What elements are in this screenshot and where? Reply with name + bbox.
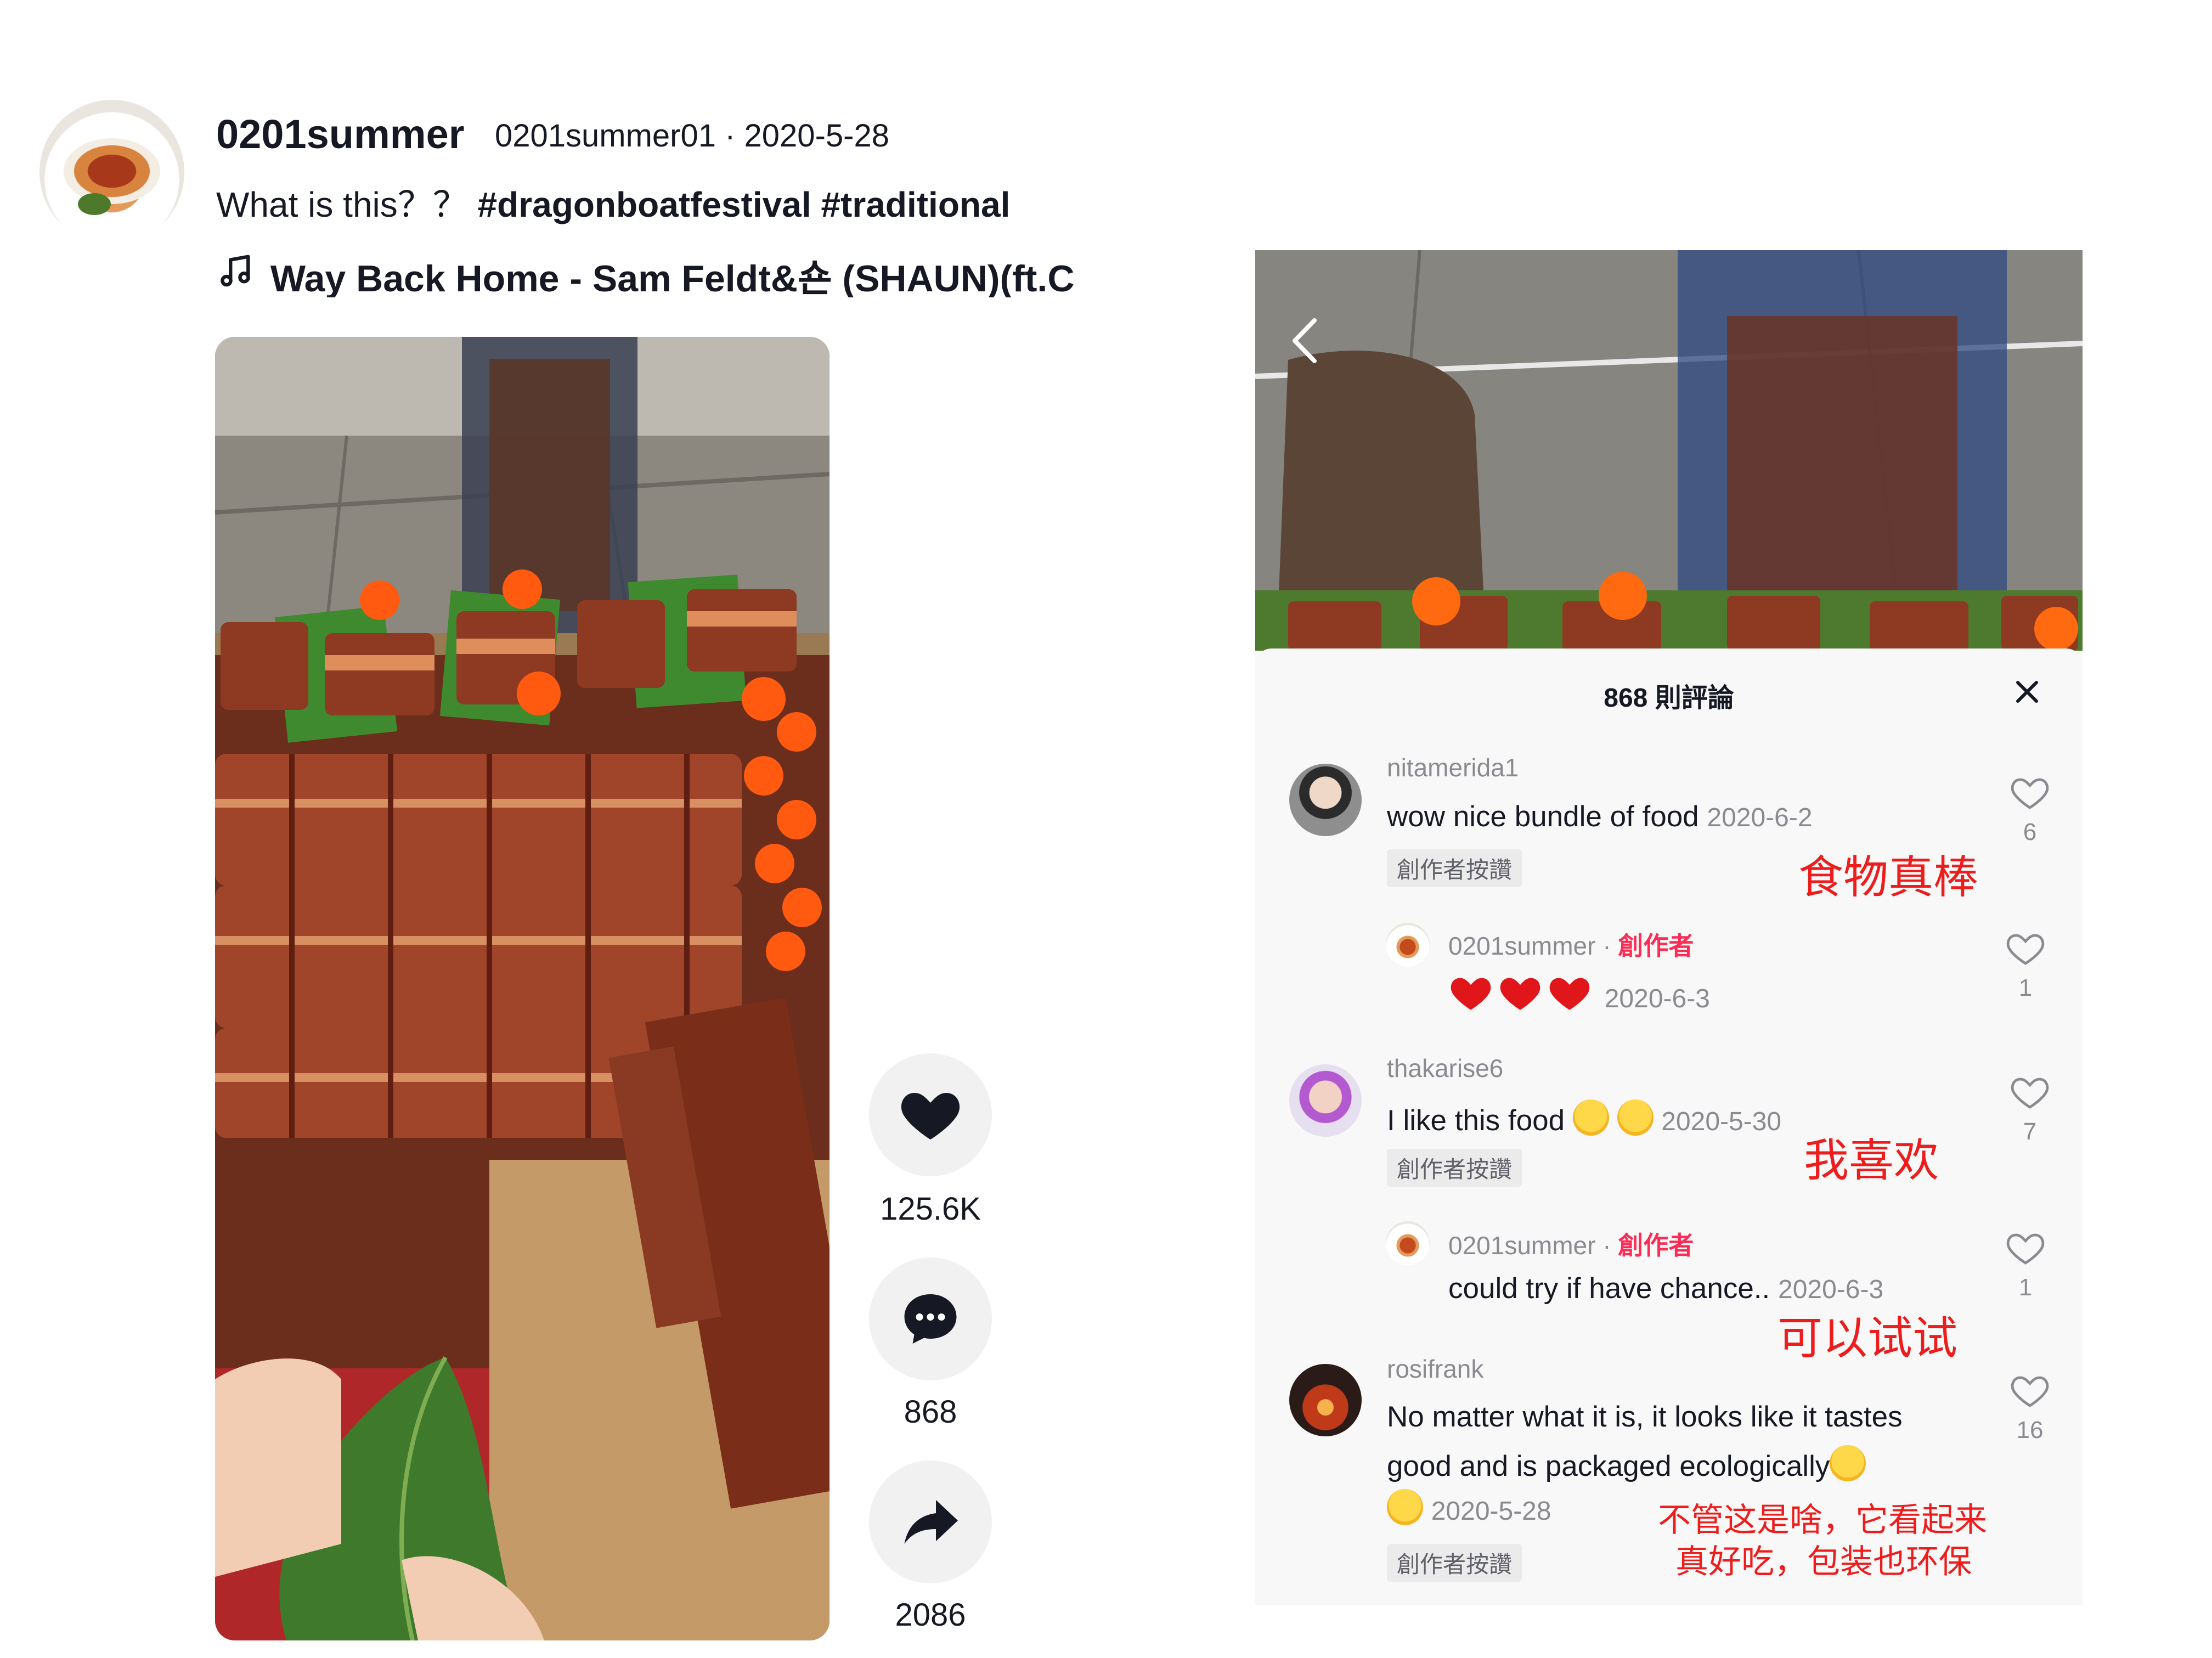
comment-like-count: 6: [2023, 819, 2037, 845]
mobile-video-preview: [1255, 250, 2083, 651]
comment-date: 2020-6-2: [1707, 803, 1813, 832]
creator-label: 創作者: [1618, 1231, 1694, 1260]
kissing-face-emoji-icon: [1617, 1099, 1654, 1136]
annotation-translation-line1: 不管这是啥，它看起来: [1658, 1502, 1987, 1538]
annotation-translation-line2: 真好吃，包装也环保: [1675, 1543, 1972, 1580]
post-handle-date: 0201summer01 · 2020-5-28: [495, 118, 889, 154]
mobile-comments-screenshot: 868 則評論 nitamerida1 wow nice bundle of f…: [1255, 250, 2083, 1605]
reply-text: could try if have chance.. 2020-6-3: [1448, 1272, 1883, 1305]
reply-avatar-0201summer[interactable]: [1386, 923, 1430, 967]
comment-avatar-rosifrank[interactable]: [1289, 1364, 1362, 1436]
comment-like-icon[interactable]: [2010, 1373, 2050, 1409]
caption-hashtags[interactable]: #dragonboatfestival #traditional: [478, 185, 1011, 224]
mobile-video-frame: [1255, 250, 2083, 651]
reply-body: could try if have chance..: [1448, 1272, 1770, 1305]
comment-username[interactable]: nitamerida1: [1387, 753, 1519, 782]
share-count: 2086: [895, 1597, 966, 1633]
avatar-food-plate: [64, 138, 160, 204]
reply-date: 2020-6-3: [1778, 1275, 1884, 1304]
reply-username-text: 0201summer: [1448, 1231, 1596, 1260]
like-count: 125.6K: [880, 1191, 981, 1227]
comment-text-line1: No matter what it is, it looks like it t…: [1387, 1401, 1903, 1433]
comment-body: I like this food: [1387, 1104, 1565, 1137]
grinning-face-emoji-icon: [1387, 1489, 1423, 1525]
comment-date: 2020-5-30: [1661, 1107, 1782, 1136]
comment-username[interactable]: rosifrank: [1387, 1354, 1483, 1384]
back-chevron-icon[interactable]: [1288, 316, 1321, 365]
author-avatar[interactable]: [40, 100, 184, 245]
music-note-icon: [216, 252, 260, 298]
creator-label: 創作者: [1618, 932, 1694, 960]
share-button[interactable]: [869, 1460, 992, 1583]
annotation-translation: 我喜欢: [1804, 1136, 1939, 1186]
annotation-translation: 食物真棒: [1798, 853, 1979, 903]
comment-avatar-thakarise6[interactable]: [1289, 1064, 1362, 1137]
comment-body: good and is packaged ecologically: [1387, 1450, 1830, 1482]
winking-face-emoji-icon: [1830, 1445, 1866, 1481]
comment-username[interactable]: thakarise6: [1387, 1053, 1503, 1083]
reply-like-icon[interactable]: [2006, 930, 2045, 967]
avatar-herb-garnish: [78, 193, 111, 215]
red-heart-emoji-icon: [1451, 978, 1491, 1010]
reply-like-count: 1: [2018, 1274, 2033, 1301]
music-title: Way Back Home - Sam Feldt&숀 (SHAUN)(ft.C: [270, 258, 1075, 297]
comment-text-line3: 2020-5-28: [1387, 1489, 1551, 1527]
post-username[interactable]: 0201summer: [216, 111, 465, 157]
reply-avatar-0201summer[interactable]: [1386, 1221, 1430, 1265]
music-link[interactable]: Way Back Home - Sam Feldt&숀 (SHAUN)(ft.C: [216, 248, 1105, 297]
red-heart-emoji-icon: [1549, 978, 1590, 1010]
reply-username[interactable]: 0201summer · 創作者: [1448, 1226, 1694, 1262]
comment-like-icon[interactable]: [2010, 1074, 2050, 1110]
comment-like-icon[interactable]: [2010, 775, 2050, 811]
annotation-translation: 可以试试: [1778, 1313, 1958, 1363]
share-arrow-icon: [904, 1500, 958, 1544]
red-heart-emoji-icon: [1500, 978, 1541, 1010]
comment-avatar-nitamerida1[interactable]: [1289, 764, 1362, 836]
reply-like-icon[interactable]: [2006, 1230, 2045, 1266]
comment-text-line2: good and is packaged ecologically: [1387, 1445, 1866, 1483]
creator-liked-badge: 創作者按讚: [1387, 1149, 1522, 1187]
creator-liked-badge: 創作者按讚: [1387, 1544, 1522, 1582]
comment-date: 2020-5-28: [1431, 1497, 1551, 1526]
close-icon[interactable]: [2013, 678, 2041, 706]
comment-body: wow nice bundle of food: [1387, 800, 1699, 833]
comment-count: 868: [904, 1394, 957, 1430]
comment-text: I like this food 2020-5-30: [1387, 1099, 1781, 1137]
creator-liked-badge: 創作者按讚: [1387, 849, 1522, 887]
reply-date: 2020-6-3: [1604, 984, 1710, 1013]
comments-sheet: 868 則評論 nitamerida1 wow nice bundle of f…: [1255, 648, 2083, 1605]
comment-button[interactable]: [869, 1257, 992, 1380]
kissing-face-emoji-icon: [1572, 1099, 1609, 1136]
reply-username-text: 0201summer: [1448, 932, 1596, 960]
reply-username[interactable]: 0201summer · 創作者: [1448, 926, 1694, 962]
caption-text: What is this？？: [216, 185, 468, 224]
comment-like-count: 16: [2016, 1417, 2044, 1443]
reply-text: 2020-6-3: [1448, 972, 1710, 1014]
comment-bubble-icon: [904, 1294, 957, 1344]
post-caption: What is this？？ #dragonboatfestival #trad…: [216, 177, 1010, 227]
comments-title: 868 則評論: [1604, 684, 1734, 713]
video-frame-food-stall: [215, 337, 830, 1640]
reply-like-count: 1: [2018, 974, 2033, 1001]
comment-text: wow nice bundle of food 2020-6-2: [1387, 800, 1813, 833]
like-button[interactable]: [869, 1053, 992, 1176]
video-player[interactable]: [215, 337, 830, 1640]
comment-like-count: 7: [2023, 1118, 2037, 1145]
heart-icon: [901, 1093, 960, 1140]
